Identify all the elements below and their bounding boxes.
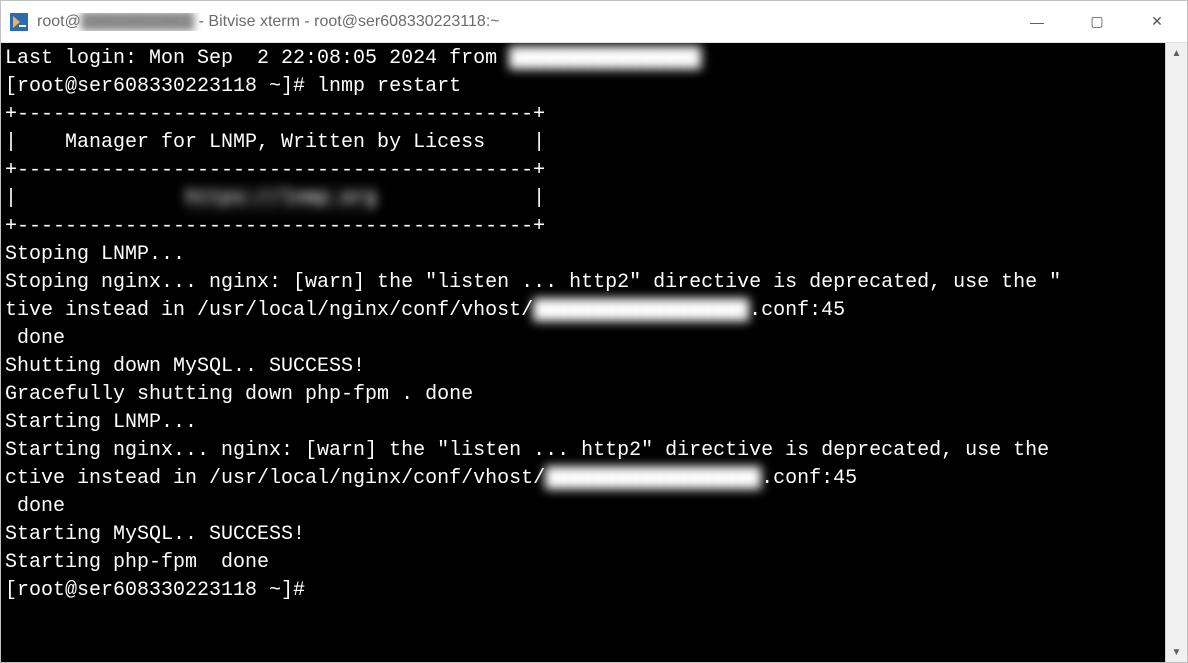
title-suffix: - Bitvise xterm - root@ser608330223118:~ bbox=[194, 13, 499, 30]
term-line: Stoping nginx... nginx: [warn] the "list… bbox=[5, 269, 1161, 297]
app-window: root@██████████ - Bitvise xterm - root@s… bbox=[0, 0, 1188, 663]
term-line: | https://lnmp.org | bbox=[5, 185, 1161, 213]
term-line: Starting php-fpm done bbox=[5, 549, 1161, 577]
term-line: [root@ser608330223118 ~]# lnmp restart bbox=[5, 73, 1161, 101]
vertical-scrollbar[interactable]: ▲ ▼ bbox=[1165, 43, 1187, 662]
term-line: Stoping LNMP... bbox=[5, 241, 1161, 269]
close-button[interactable]: ✕ bbox=[1127, 1, 1187, 42]
term-line: done bbox=[5, 493, 1161, 521]
term-line: tive instead in /usr/local/nginx/conf/vh… bbox=[5, 297, 1161, 325]
titlebar[interactable]: root@██████████ - Bitvise xterm - root@s… bbox=[1, 1, 1187, 43]
terminal-output[interactable]: Last login: Mon Sep 2 22:08:05 2024 from… bbox=[1, 43, 1165, 662]
title-host-redacted: ██████████ bbox=[81, 13, 194, 30]
redacted-url: https://lnmp.org bbox=[185, 185, 377, 213]
term-line: Starting MySQL.. SUCCESS! bbox=[5, 521, 1161, 549]
term-line: Starting nginx... nginx: [warn] the "lis… bbox=[5, 437, 1161, 465]
scroll-up-button[interactable]: ▲ bbox=[1166, 43, 1187, 63]
redacted-ip: ████████████████ bbox=[509, 45, 701, 73]
window-title: root@██████████ - Bitvise xterm - root@s… bbox=[37, 13, 1007, 31]
window-controls: — ▢ ✕ bbox=[1007, 1, 1187, 42]
term-line: ctive instead in /usr/local/nginx/conf/v… bbox=[5, 465, 1161, 493]
term-line: done bbox=[5, 325, 1161, 353]
term-line: [root@ser608330223118 ~]# bbox=[5, 577, 1161, 605]
scroll-down-button[interactable]: ▼ bbox=[1166, 642, 1187, 662]
redacted-domain: ██████████████████ bbox=[533, 297, 749, 325]
term-line: +---------------------------------------… bbox=[5, 157, 1161, 185]
app-icon bbox=[9, 12, 29, 32]
term-line: Shutting down MySQL.. SUCCESS! bbox=[5, 353, 1161, 381]
term-line: +---------------------------------------… bbox=[5, 101, 1161, 129]
maximize-button[interactable]: ▢ bbox=[1067, 1, 1127, 42]
title-user: root@ bbox=[37, 13, 81, 30]
term-line: +---------------------------------------… bbox=[5, 213, 1161, 241]
scroll-track[interactable] bbox=[1166, 63, 1187, 642]
minimize-button[interactable]: — bbox=[1007, 1, 1067, 42]
redacted-domain: ██████████████████ bbox=[545, 465, 761, 493]
term-line: Starting LNMP... bbox=[5, 409, 1161, 437]
term-line: Last login: Mon Sep 2 22:08:05 2024 from… bbox=[5, 45, 1161, 73]
terminal-area: Last login: Mon Sep 2 22:08:05 2024 from… bbox=[1, 43, 1187, 662]
term-line: Gracefully shutting down php-fpm . done bbox=[5, 381, 1161, 409]
term-line: | Manager for LNMP, Written by Licess | bbox=[5, 129, 1161, 157]
